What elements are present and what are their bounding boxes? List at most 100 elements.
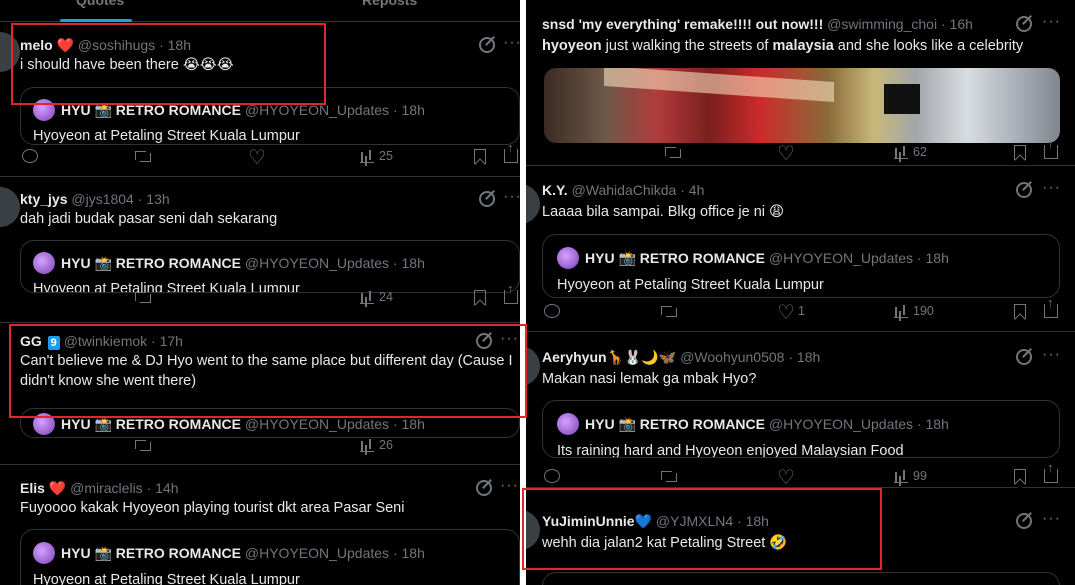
post[interactable]: YuJiminUnnie💙 @YJMXLN4 · 18h ··· wehh di…	[526, 488, 1075, 585]
more-icon[interactable]: ···	[1042, 14, 1061, 30]
share-button[interactable]	[1044, 136, 1058, 162]
avatar[interactable]	[0, 32, 20, 72]
timestamp[interactable]: 18h	[797, 349, 820, 365]
more-icon[interactable]: ···	[503, 189, 520, 205]
reply-button[interactable]	[544, 301, 560, 321]
handle[interactable]: @miraclelis	[70, 480, 143, 496]
views-button[interactable]: 99	[894, 466, 927, 486]
avatar[interactable]	[526, 346, 540, 386]
more-icon[interactable]: ···	[1042, 180, 1061, 196]
share-button[interactable]	[1044, 295, 1058, 321]
views-icon	[894, 469, 908, 483]
quoted-post[interactable]: HYU 📸 RETRO ROMANCE @HYOYEON_Updates · 1…	[20, 87, 520, 145]
tab-reposts[interactable]: Reposts	[362, 0, 417, 8]
handle[interactable]: @WahidaChikda	[572, 182, 677, 198]
share-button[interactable]	[504, 140, 518, 166]
post-photo[interactable]	[544, 68, 1060, 143]
repost-button[interactable]	[134, 146, 152, 166]
grok-icon[interactable]	[479, 191, 495, 207]
display-name[interactable]: melo	[20, 37, 53, 53]
quoted-post[interactable]: HYU 📸 RETRO ROMANCE @HYOYEON_Updates · 1…	[20, 529, 520, 585]
like-button[interactable]	[777, 465, 795, 490]
share-button[interactable]	[1044, 460, 1058, 486]
bookmark-button[interactable]	[1014, 142, 1026, 162]
separator: ·	[137, 191, 143, 207]
reply-button[interactable]	[544, 466, 560, 486]
timestamp[interactable]: 18h	[168, 37, 191, 53]
tab-quotes[interactable]: Quotes	[76, 0, 124, 8]
quote-display-name: HYU 📸 RETRO ROMANCE	[61, 102, 241, 118]
share-button[interactable]	[504, 281, 518, 307]
bookmark-button[interactable]	[1014, 466, 1026, 486]
post[interactable]: snsd 'my everything' remake!!!! out now!…	[526, 0, 1075, 166]
avatar[interactable]	[526, 510, 540, 550]
bookmark-button[interactable]	[474, 146, 486, 166]
timestamp[interactable]: 4h	[689, 182, 705, 198]
avatar[interactable]	[526, 184, 540, 224]
grok-icon[interactable]	[476, 333, 492, 349]
post[interactable]: Elis ❤️ @miraclelis · 14h ··· Fuyoooo ka…	[0, 465, 520, 585]
post[interactable]: melo ❤️ @soshihugs · 18h ··· i should ha…	[0, 22, 520, 177]
grok-icon[interactable]	[1016, 349, 1032, 365]
views-button[interactable]: 62	[894, 142, 927, 162]
grok-icon[interactable]	[1016, 16, 1032, 32]
repost-button[interactable]	[664, 142, 682, 162]
quoted-post[interactable]: HYU 📸 RETRO ROMANCE @HYOYEON_Updates · 1…	[542, 234, 1060, 298]
display-name[interactable]: Elis	[20, 480, 45, 496]
more-icon[interactable]: ···	[1042, 347, 1061, 363]
post[interactable]: GG 9 @twinkiemok · 17h ··· Can't believe…	[0, 323, 520, 465]
timestamp[interactable]: 17h	[160, 333, 183, 349]
grok-icon[interactable]	[1016, 513, 1032, 529]
bookmark-button[interactable]	[474, 287, 486, 307]
display-name[interactable]: kty_jys	[20, 191, 67, 207]
bookmark-button[interactable]	[1014, 301, 1026, 321]
handle[interactable]: @Woohyun0508	[680, 349, 784, 365]
like-button[interactable]	[248, 145, 266, 170]
post[interactable]: K.Y. @WahidaChikda · 4h ··· Laaaa bila s…	[526, 166, 1075, 332]
quoted-post[interactable]: HYU 📸 RETRO ROMANCE @HYOYEON_Updates · 1…	[20, 240, 520, 293]
handle[interactable]: @twinkiemok	[64, 333, 147, 349]
reply-button[interactable]	[22, 146, 38, 166]
handle[interactable]: @swimming_choi	[827, 16, 937, 32]
like-button[interactable]	[777, 141, 795, 166]
more-icon[interactable]: ···	[1042, 511, 1061, 527]
timestamp[interactable]: 14h	[155, 480, 178, 496]
views-button[interactable]: 25	[360, 146, 393, 166]
display-name[interactable]: GG	[20, 333, 42, 349]
handle[interactable]: @YJMXLN4	[656, 513, 733, 529]
left-screenshot-panel: Quotes Reposts melo ❤️ @soshihugs · 18h …	[0, 0, 520, 585]
avatar[interactable]	[0, 187, 20, 227]
more-icon[interactable]: ···	[500, 478, 519, 494]
like-button[interactable]: 1	[777, 300, 805, 325]
more-icon[interactable]: ···	[500, 331, 519, 347]
views-button[interactable]: 24	[360, 287, 393, 307]
display-name[interactable]: snsd 'my everything' remake!!!! out now!…	[542, 16, 823, 32]
separator: ·	[392, 416, 398, 432]
grok-icon[interactable]	[479, 37, 495, 53]
views-button[interactable]: 26	[360, 435, 393, 455]
timestamp[interactable]: 16h	[950, 16, 973, 32]
grok-icon[interactable]	[476, 480, 492, 496]
timestamp[interactable]: 13h	[146, 191, 169, 207]
repost-button[interactable]	[660, 466, 678, 486]
quote-avatar	[557, 413, 579, 435]
display-name[interactable]: K.Y.	[542, 182, 568, 198]
display-name[interactable]: YuJiminUnnie💙	[542, 513, 652, 529]
repost-button[interactable]	[660, 301, 678, 321]
repost-button[interactable]	[134, 435, 152, 455]
quoted-post[interactable]	[542, 572, 1060, 585]
views-button[interactable]: 190	[894, 301, 934, 321]
post[interactable]: Aeryhyun🦒🐰🌙🦋 @Woohyun0508 · 18h ··· Maka…	[526, 332, 1075, 490]
handle[interactable]: @jys1804	[71, 191, 133, 207]
repost-button[interactable]	[134, 287, 152, 307]
reply-icon	[544, 469, 560, 483]
grok-icon[interactable]	[1016, 182, 1032, 198]
display-name[interactable]: Aeryhyun🦒🐰🌙🦋	[542, 349, 676, 365]
more-icon[interactable]: ···	[503, 35, 520, 51]
quoted-post[interactable]: HYU 📸 RETRO ROMANCE @HYOYEON_Updates · 1…	[20, 408, 520, 438]
post[interactable]: kty_jys @jys1804 · 13h ··· dah jadi buda…	[0, 177, 520, 323]
quote-avatar	[33, 413, 55, 435]
quoted-post[interactable]: HYU 📸 RETRO ROMANCE @HYOYEON_Updates · 1…	[542, 400, 1060, 458]
timestamp[interactable]: 18h	[746, 513, 769, 529]
handle[interactable]: @soshihugs	[78, 37, 155, 53]
